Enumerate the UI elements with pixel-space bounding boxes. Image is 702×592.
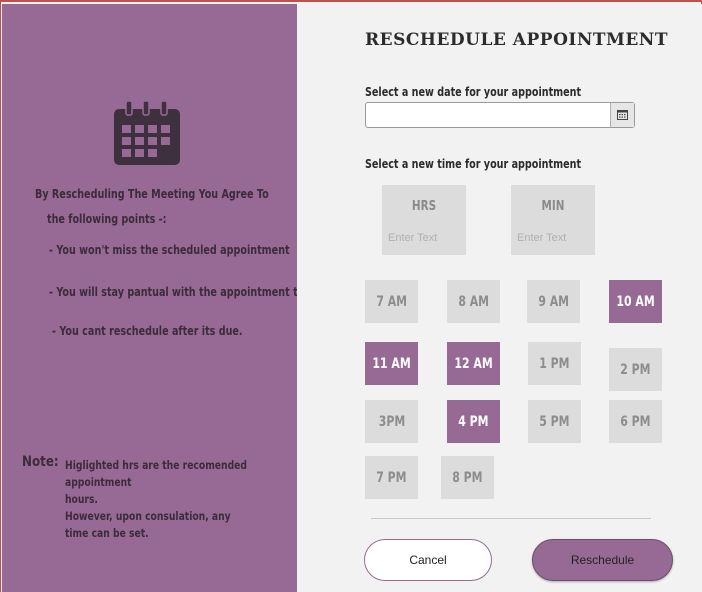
time-slot-11am[interactable]: 11 AM	[365, 342, 418, 385]
time-slot-label: 7 PM	[376, 469, 407, 486]
time-label: Select a new time for your appointment	[365, 157, 582, 171]
date-input[interactable]	[366, 103, 611, 127]
agree-title: By Rescheduling The Meeting You Agree To	[35, 187, 269, 201]
note-line: Higlighted hrs are the recomended appoin…	[65, 458, 247, 489]
agree-subtitle: the following points -:	[47, 212, 167, 226]
time-slot-8pm[interactable]: 8 PM	[441, 456, 494, 499]
time-slot-12am[interactable]: 12 AM	[447, 342, 500, 385]
time-slot-label: 7 AM	[376, 293, 407, 310]
hours-box: HRS	[382, 185, 466, 255]
calendar-grid-icon	[617, 110, 628, 120]
time-slot-label: 12 AM	[454, 355, 493, 372]
info-panel: By Rescheduling The Meeting You Agree To…	[2, 4, 327, 592]
time-slot-label: 8 AM	[458, 293, 489, 310]
time-slot-2pm[interactable]: 2 PM	[609, 348, 662, 391]
calendar-icon	[114, 101, 180, 165]
time-slot-label: 9 AM	[538, 293, 569, 310]
app-window: By Rescheduling The Meeting You Agree To…	[0, 0, 702, 592]
time-slot-label: 3PM	[378, 413, 405, 430]
cancel-button[interactable]: Cancel	[364, 539, 492, 581]
time-slot-9am[interactable]: 9 AM	[527, 280, 580, 323]
agree-point: - You cant reschedule after its due.	[52, 324, 243, 338]
note-line: time can be set.	[65, 526, 149, 540]
time-slot-8am[interactable]: 8 AM	[447, 280, 500, 323]
date-picker-button[interactable]	[610, 103, 634, 127]
reschedule-button[interactable]: Reschedule	[532, 539, 673, 581]
minutes-box: MIN	[511, 185, 595, 255]
time-slot-5pm[interactable]: 5 PM	[528, 400, 581, 443]
time-slot-label: 11 AM	[372, 355, 411, 372]
time-slot-label: 8 PM	[452, 469, 483, 486]
agree-point: - You won't miss the scheduled appointme…	[49, 243, 290, 257]
date-field	[365, 102, 635, 128]
time-slot-10am[interactable]: 10 AM	[609, 280, 662, 323]
time-slot-1pm[interactable]: 1 PM	[528, 342, 581, 385]
minutes-label: MIN	[541, 199, 565, 214]
hours-input[interactable]	[388, 232, 462, 244]
time-slot-6pm[interactable]: 6 PM	[609, 400, 662, 443]
time-slot-7am[interactable]: 7 AM	[365, 280, 418, 323]
page-title: RESCHEDULE APPOINTMENT	[365, 30, 668, 50]
agree-point: - You will stay pantual with the appoint…	[49, 285, 327, 299]
note-text: Higlighted hrs are the recomended appoin…	[65, 457, 305, 542]
note-label: Note:	[22, 454, 59, 470]
time-slot-label: 6 PM	[620, 413, 651, 430]
note-line: However, upon consulation, any	[65, 509, 231, 523]
note-line: hours.	[65, 492, 98, 506]
minutes-input[interactable]	[517, 232, 591, 244]
time-slot-3pm[interactable]: 3PM	[365, 400, 418, 443]
time-slot-4pm[interactable]: 4 PM	[447, 400, 500, 443]
time-slot-7pm[interactable]: 7 PM	[365, 456, 418, 499]
time-slot-label: 2 PM	[620, 361, 651, 378]
date-label: Select a new date for your appointment	[365, 85, 582, 99]
time-slot-label: 1 PM	[539, 355, 570, 372]
hours-label: HRS	[411, 199, 437, 214]
reschedule-form: RESCHEDULE APPOINTMENT Select a new date…	[297, 4, 702, 592]
time-slot-label: 10 AM	[616, 293, 655, 310]
divider	[371, 518, 651, 519]
time-slot-label: 4 PM	[458, 413, 489, 430]
time-slot-label: 5 PM	[539, 413, 570, 430]
